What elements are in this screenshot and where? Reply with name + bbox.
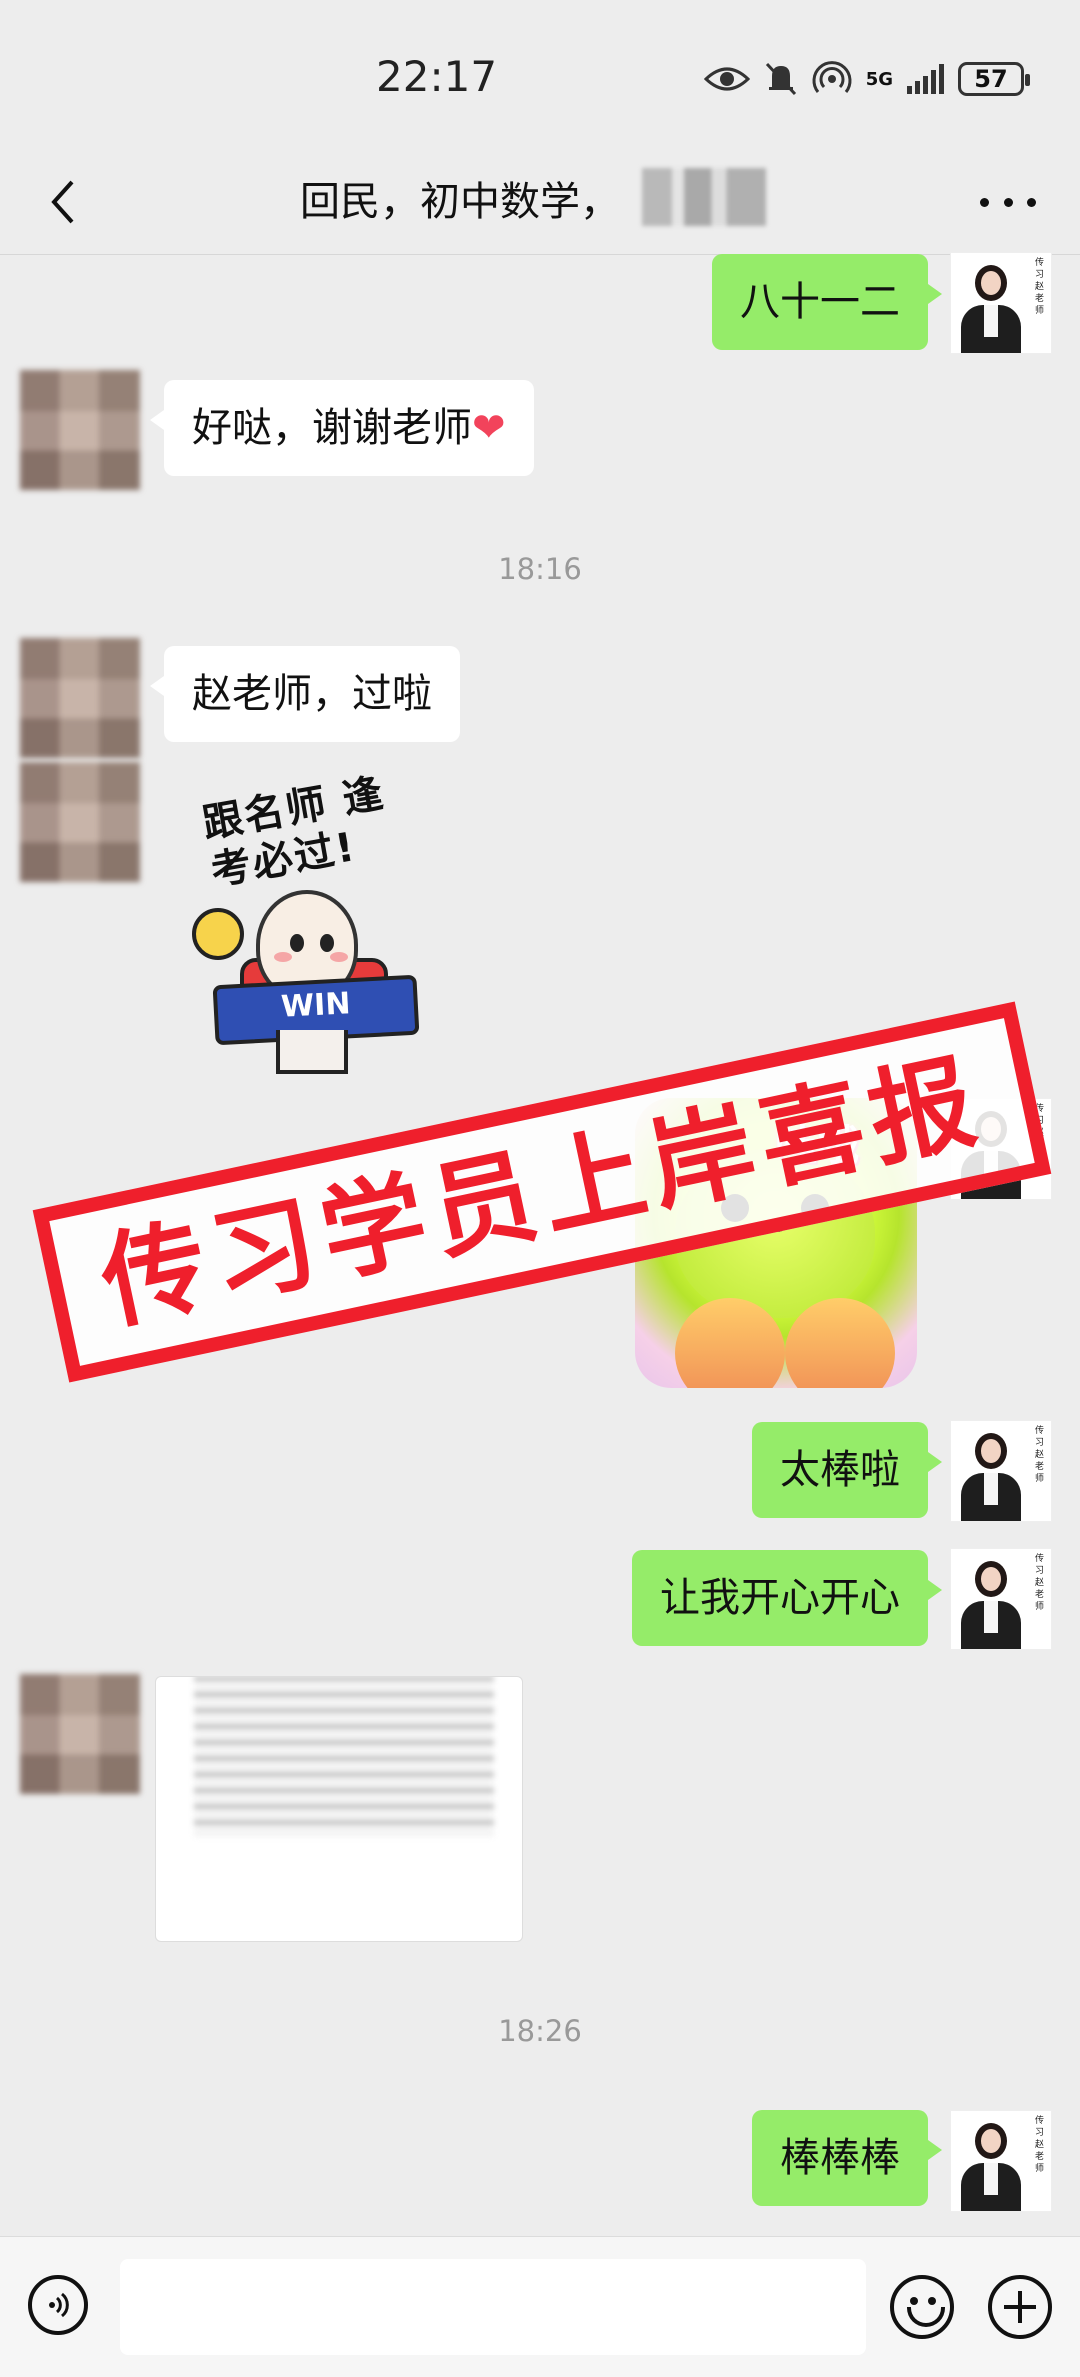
image-message[interactable] (155, 1676, 523, 1942)
message-text: 让我开心开心 (660, 1575, 900, 1621)
chat-header: 回民，初中数学， (0, 150, 1080, 255)
network-type: 5G (865, 68, 893, 90)
message-bubble[interactable]: 太棒啦 (752, 1422, 942, 1518)
timestamp: 18:16 (498, 552, 582, 586)
timestamp: 18:26 (498, 2014, 582, 2048)
emoji-eye (910, 2297, 918, 2305)
plus-button[interactable] (988, 2275, 1052, 2339)
avatar-caption: 传习赵老师 (1035, 258, 1045, 316)
more-dot (980, 197, 989, 207)
hotspot-icon (812, 61, 852, 93)
message-bubble[interactable]: 让我开心开心 (632, 1550, 942, 1646)
avatar-caption: 传习赵老师 (1035, 1554, 1045, 1612)
back-button[interactable] (36, 172, 96, 232)
my-avatar[interactable]: 传习赵老师 (950, 2110, 1052, 2212)
message-text: 赵老师，过啦 (192, 671, 432, 717)
message-bubble[interactable]: 好哒，谢谢老师❤ (150, 380, 534, 476)
win-sticker[interactable]: 跟名师 逢考必过! WIN (176, 770, 446, 1074)
voice-icon (49, 2292, 69, 2318)
battery-icon: 57 (958, 62, 1030, 96)
status-bar: 22:17 5G 57 (0, 0, 1080, 150)
emoji-mouth (907, 2307, 945, 2327)
emoji-eye (928, 2297, 936, 2305)
my-avatar[interactable]: 传习赵老师 (950, 252, 1052, 354)
message-text: 八十一二 (740, 279, 900, 325)
message-bubble[interactable]: 八十一二 (712, 254, 942, 350)
message-text: 好哒，谢谢老师 (192, 405, 472, 451)
input-bar (0, 2236, 1080, 2377)
muted-bell-icon (765, 62, 796, 96)
blurred-document (194, 1677, 494, 1837)
my-avatar[interactable]: 传习赵老师 (950, 1548, 1052, 1650)
eye-icon (703, 67, 750, 91)
message-text: 太棒啦 (780, 1447, 900, 1493)
message-bubble[interactable]: 棒棒棒 (752, 2110, 942, 2206)
redacted-name (642, 168, 766, 226)
signal-icon (907, 64, 944, 94)
emoji-button[interactable] (890, 2275, 954, 2339)
sticker-caption: 跟名师 逢考必过! (199, 770, 389, 895)
message-bubble[interactable]: 赵老师，过啦 (150, 646, 460, 742)
status-time: 22:17 (376, 52, 498, 101)
contact-avatar[interactable] (20, 638, 140, 758)
my-avatar[interactable]: 传习赵老师 (950, 1420, 1052, 1522)
status-icons: 5G 57 (703, 56, 1030, 102)
voice-button[interactable] (28, 2275, 88, 2335)
message-input[interactable] (120, 2259, 866, 2355)
contact-avatar[interactable] (20, 762, 140, 882)
avatar-caption: 传习赵老师 (1035, 1426, 1045, 1484)
battery-level: 57 (974, 65, 1008, 93)
more-dot (1003, 197, 1013, 207)
sticker-legs (276, 1030, 348, 1074)
more-button[interactable] (980, 190, 1036, 214)
message-text: 棒棒棒 (780, 2135, 900, 2181)
contact-avatar[interactable] (20, 1674, 140, 1794)
contact-avatar[interactable] (20, 370, 140, 490)
avatar-caption: 传习赵老师 (1035, 2116, 1045, 2174)
key-icon (192, 908, 244, 960)
heart-icon: ❤ (472, 405, 506, 451)
chat-title: 回民，初中数学， (300, 179, 620, 225)
more-dot (1027, 197, 1036, 207)
